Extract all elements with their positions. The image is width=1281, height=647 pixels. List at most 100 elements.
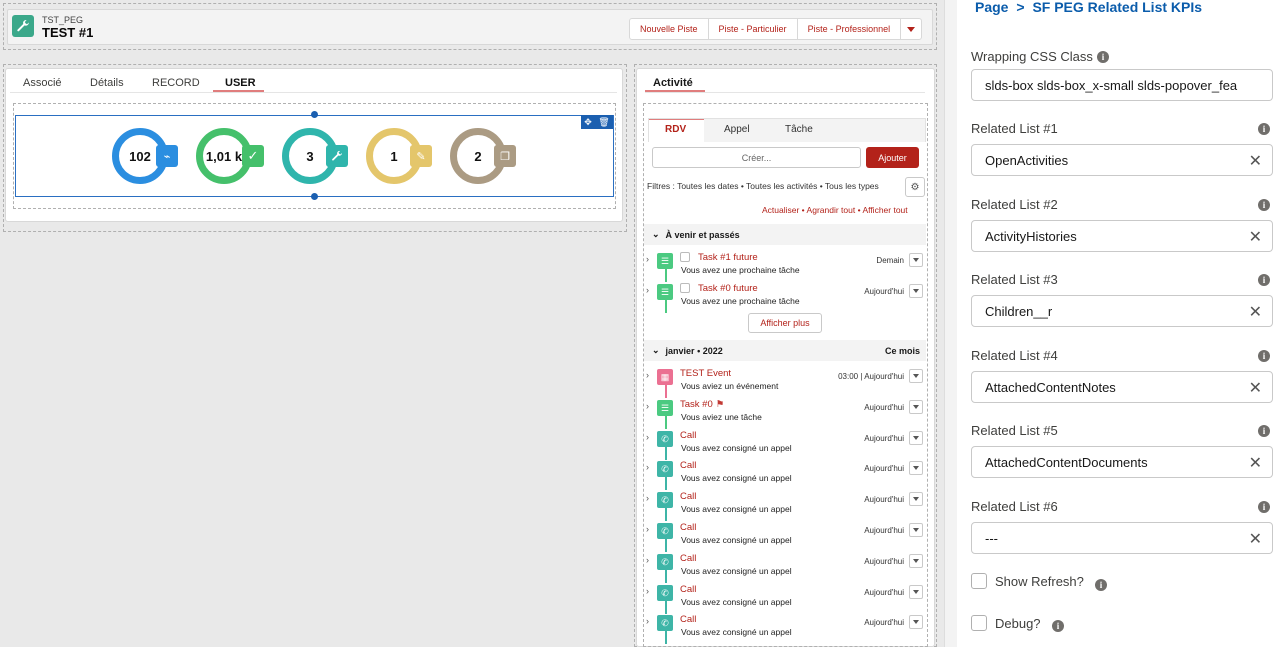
timeline-item[interactable]: › ✆ Call Vous avez consigné un appel Aujourd… bbox=[646, 521, 928, 552]
chevron-right-icon[interactable]: › bbox=[646, 401, 649, 411]
chevron-right-icon[interactable]: › bbox=[646, 493, 649, 503]
tab-activity[interactable]: Activité bbox=[653, 77, 693, 89]
add-button[interactable]: Ajouter bbox=[866, 147, 919, 168]
item-title[interactable]: Call bbox=[680, 460, 696, 471]
item-menu-button[interactable] bbox=[909, 431, 923, 445]
item-title[interactable]: Call bbox=[680, 430, 696, 441]
item-menu-button[interactable] bbox=[909, 554, 923, 568]
timeline-links[interactable]: Actualiser • Agrandir tout • Afficher to… bbox=[762, 205, 908, 215]
tab-details[interactable]: Détails bbox=[90, 77, 124, 89]
related-list-input[interactable]: ActivityHistories ✕ bbox=[971, 220, 1273, 252]
chevron-right-icon[interactable]: › bbox=[646, 555, 649, 565]
item-menu-button[interactable] bbox=[909, 400, 923, 414]
timeline-item[interactable]: › ✆ Call Vous avez consigné un appel Aujourd… bbox=[646, 490, 928, 521]
chevron-right-icon[interactable]: › bbox=[646, 285, 649, 295]
related-list-input[interactable]: AttachedContentDocuments ✕ bbox=[971, 446, 1273, 478]
delete-icon[interactable]: 🗑 bbox=[598, 117, 609, 128]
item-title[interactable]: Call bbox=[680, 491, 696, 502]
timeline-item[interactable]: › ☰ Task #0 ⚑ Vous aviez une tâche Aujourd'hu… bbox=[646, 398, 928, 429]
timeline-item[interactable]: › ▦ TEST Event Vous aviez un événement 03:00… bbox=[646, 367, 928, 398]
related-list-input[interactable]: AttachedContentNotes ✕ bbox=[971, 371, 1273, 403]
timeline-item[interactable]: › ☰ Task #0 future Vous avez une prochai… bbox=[646, 282, 928, 313]
item-menu-button[interactable] bbox=[909, 253, 923, 267]
create-input[interactable]: Créer... bbox=[652, 147, 861, 168]
move-icon[interactable]: ✥ bbox=[584, 117, 592, 128]
tab-divider bbox=[645, 92, 925, 93]
clear-icon[interactable]: ✕ bbox=[1249, 529, 1262, 549]
tab-user[interactable]: USER bbox=[225, 77, 256, 89]
clear-icon[interactable]: ✕ bbox=[1249, 227, 1262, 247]
chevron-right-icon[interactable]: › bbox=[646, 524, 649, 534]
resize-handle-bottom[interactable] bbox=[311, 193, 318, 200]
timeline-item[interactable]: › ✆ Call Vous avez consigné un appel Aujourd… bbox=[646, 459, 928, 490]
new-lead-button[interactable]: Nouvelle Piste bbox=[630, 19, 709, 39]
item-title[interactable]: Call bbox=[680, 584, 696, 595]
lead-individual-button[interactable]: Piste - Particulier bbox=[709, 19, 798, 39]
info-icon[interactable]: i bbox=[1258, 274, 1270, 286]
task-checkbox[interactable] bbox=[680, 252, 690, 262]
chevron-right-icon[interactable]: › bbox=[646, 462, 649, 472]
breadcrumb-root[interactable]: Page bbox=[975, 0, 1008, 15]
item-title[interactable]: Call bbox=[680, 614, 696, 625]
chevron-right-icon[interactable]: › bbox=[646, 254, 649, 264]
task-checkbox[interactable] bbox=[680, 283, 690, 293]
item-menu-button[interactable] bbox=[909, 284, 923, 298]
related-list-input[interactable]: Children__r ✕ bbox=[971, 295, 1273, 327]
item-title[interactable]: Task #0 ⚑ bbox=[680, 399, 724, 410]
item-title[interactable]: TEST Event bbox=[680, 368, 731, 379]
info-icon[interactable]: i bbox=[1097, 51, 1109, 63]
info-icon[interactable]: i bbox=[1258, 123, 1270, 135]
info-icon[interactable]: i bbox=[1095, 579, 1107, 591]
item-menu-button[interactable] bbox=[909, 492, 923, 506]
item-menu-button[interactable] bbox=[909, 461, 923, 475]
lead-professional-button[interactable]: Piste - Professionnel bbox=[798, 19, 902, 39]
panel-divider bbox=[944, 0, 957, 647]
clear-icon[interactable]: ✕ bbox=[1249, 302, 1262, 322]
section-upcoming[interactable]: ⌄ À venir et passés bbox=[644, 224, 926, 245]
wrapping-css-input[interactable]: slds-box slds-box_x-small slds-popover_f… bbox=[971, 69, 1273, 101]
clear-icon[interactable]: ✕ bbox=[1249, 378, 1262, 398]
item-menu-button[interactable] bbox=[909, 369, 923, 383]
info-icon[interactable]: i bbox=[1052, 620, 1064, 632]
tab-record[interactable]: RECORD bbox=[152, 77, 200, 89]
tab-associe[interactable]: Associé bbox=[23, 77, 62, 89]
related-list-label: Related List #3 bbox=[971, 272, 1058, 287]
related-list-input[interactable]: --- ✕ bbox=[971, 522, 1273, 554]
gear-icon[interactable]: ⚙ bbox=[905, 177, 925, 197]
info-icon[interactable]: i bbox=[1258, 350, 1270, 362]
timeline-item[interactable]: › ✆ Call Vous avez consigné un appel Aujourd… bbox=[646, 552, 928, 583]
chevron-right-icon[interactable]: › bbox=[646, 586, 649, 596]
show-refresh-checkbox[interactable] bbox=[971, 573, 987, 589]
chevron-right-icon[interactable]: › bbox=[646, 432, 649, 442]
item-menu-button[interactable] bbox=[909, 585, 923, 599]
chevron-right-icon[interactable]: › bbox=[646, 616, 649, 626]
item-menu-button[interactable] bbox=[909, 523, 923, 537]
item-title[interactable]: Call bbox=[680, 522, 696, 533]
item-title[interactable]: Task #0 future bbox=[698, 283, 758, 294]
related-list-label: Related List #4 bbox=[971, 348, 1058, 363]
resize-handle-top[interactable] bbox=[311, 111, 318, 118]
item-menu-button[interactable] bbox=[909, 615, 923, 629]
section-month[interactable]: ⌄ janvier • 2022 Ce mois bbox=[644, 340, 926, 361]
info-icon[interactable]: i bbox=[1258, 425, 1270, 437]
info-icon[interactable]: i bbox=[1258, 501, 1270, 513]
info-icon[interactable]: i bbox=[1258, 199, 1270, 211]
clear-icon[interactable]: ✕ bbox=[1249, 453, 1262, 473]
timeline-item[interactable]: › ☰ Task #1 future Vous avez une prochai… bbox=[646, 251, 928, 282]
tab-rdv[interactable]: RDV bbox=[665, 124, 686, 135]
related-list-input[interactable]: OpenActivities ✕ bbox=[971, 144, 1273, 176]
timeline-item[interactable]: › ✆ Call Vous avez consigné un appel Aujourd… bbox=[646, 613, 928, 644]
more-actions-button[interactable] bbox=[901, 19, 921, 39]
clear-icon[interactable]: ✕ bbox=[1249, 151, 1262, 171]
kpi-value: 1 bbox=[390, 148, 398, 164]
timeline-line bbox=[665, 269, 667, 282]
tab-tache[interactable]: Tâche bbox=[785, 124, 813, 135]
item-title[interactable]: Call bbox=[680, 553, 696, 564]
chevron-right-icon[interactable]: › bbox=[646, 370, 649, 380]
tab-appel[interactable]: Appel bbox=[724, 124, 750, 135]
timeline-item[interactable]: › ✆ Call Vous avez consigné un appel Aujourd… bbox=[646, 583, 928, 614]
timeline-item[interactable]: › ✆ Call Vous avez consigné un appel Aujourd… bbox=[646, 429, 928, 460]
item-title[interactable]: Task #1 future bbox=[698, 252, 758, 263]
debug-checkbox[interactable] bbox=[971, 615, 987, 631]
show-more-button[interactable]: Afficher plus bbox=[748, 313, 822, 333]
